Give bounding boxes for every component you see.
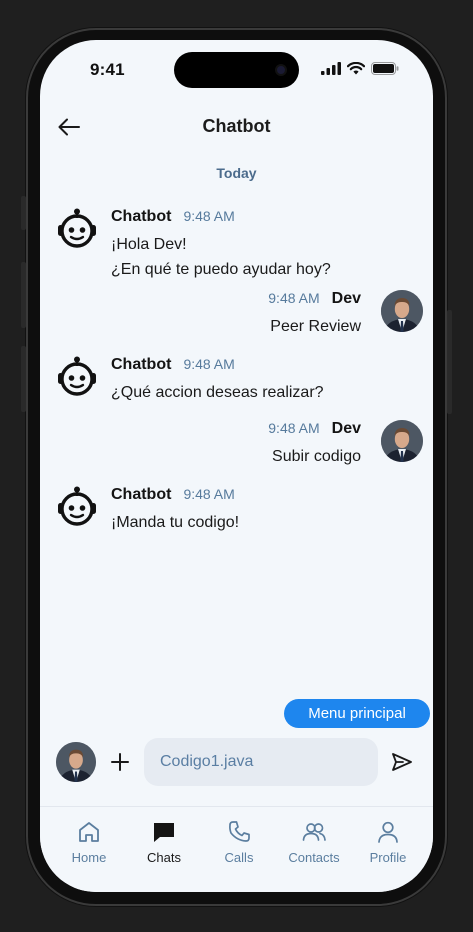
menu-principal-button[interactable]: Menu principal [284,699,430,728]
message-text: Subir codigo [272,448,361,465]
action-button [21,196,26,230]
message-sender: Chatbot [111,208,172,225]
tab-label: Contacts [288,850,340,865]
user-message: 9:48 AM Dev Peer Review [123,290,423,340]
tab-home[interactable]: Home [52,819,126,865]
tab-chats[interactable]: Chats [127,819,201,865]
home-icon [79,822,99,842]
tab-profile[interactable]: Profile [351,819,425,865]
tab-label: Chats [147,850,181,865]
message-time: 9:48 AM [268,420,320,436]
page-title: Chatbot [202,116,271,136]
message-sender: Chatbot [111,356,172,373]
message-text: ¡Hola Dev! [111,236,187,253]
volume-down-button [21,346,26,412]
chat-icon [154,823,174,842]
tab-label: Home [71,850,107,865]
tab-label: Calls [224,850,254,865]
message-text: ¿Qué accion deseas realizar? [111,384,324,401]
message-sender: Chatbot [111,486,172,503]
phone-icon [229,821,250,842]
avatar[interactable] [56,742,96,782]
message-text: ¡Manda tu codigo! [111,514,240,531]
message-text: Peer Review [270,318,361,335]
message-time: 9:48 AM [268,290,320,306]
tab-bar: Home Chats Calls Contacts Profile [40,806,433,892]
bot-message: Chatbot 9:48 AM ¿Qué accion deseas reali… [56,356,386,411]
message-time: 9:48 AM [183,208,235,224]
status-bar: 9:41 [40,40,433,100]
message-text: ¿En qué te puedo ayudar hoy? [111,261,331,278]
tab-contacts[interactable]: Contacts [277,819,351,865]
contacts-icon [302,823,326,841]
bot-message: Chatbot 9:48 AM ¡Manda tu codigo! [56,486,386,541]
user-message: 9:48 AM Dev Subir codigo [123,420,423,470]
power-button [447,310,452,414]
chat-header: Chatbot [40,106,433,150]
message-sender: Dev [331,420,361,437]
profile-icon [378,821,398,843]
tab-label: Profile [369,850,407,865]
robot-icon [58,356,96,396]
avatar[interactable] [381,420,423,462]
battery-icon [371,62,399,75]
status-icons [321,62,399,75]
message-input[interactable] [144,738,378,786]
avatar[interactable] [381,290,423,332]
tab-calls[interactable]: Calls [202,819,276,865]
message-sender: Dev [331,290,361,307]
message-time: 9:48 AM [183,486,235,502]
volume-up-button [21,262,26,328]
robot-icon [58,208,96,248]
plus-icon[interactable] [110,752,130,772]
message-time: 9:48 AM [183,356,235,372]
screen: 9:41 Chatbot Today Chatbot 9:48 AM ¡Hola… [40,40,433,892]
dynamic-island [174,52,299,88]
robot-icon [58,486,96,526]
cellular-signal-icon [321,62,341,75]
camera-icon [275,64,287,76]
message-composer [40,738,433,788]
bot-message: Chatbot 9:48 AM ¡Hola Dev! ¿En qué te pu… [56,208,386,288]
date-separator: Today [216,165,257,181]
status-time: 9:41 [90,60,125,79]
wifi-icon [347,62,365,75]
send-icon[interactable] [390,750,414,774]
